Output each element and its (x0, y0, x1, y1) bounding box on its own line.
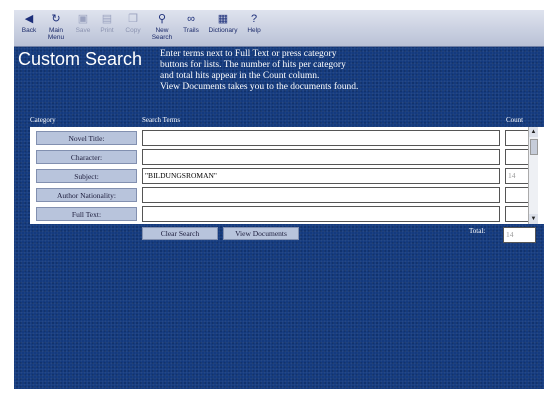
help-icon: ? (250, 13, 258, 25)
novel-title-input[interactable] (142, 130, 500, 146)
table-row: Subject: "BILDUNGSROMAN" 14 (30, 167, 544, 186)
save-button[interactable]: ▣ Save (72, 12, 94, 44)
trails-button[interactable]: ∞ Trails (180, 12, 202, 44)
character-button[interactable]: Character: (36, 150, 137, 164)
total-label: Total: (469, 227, 486, 235)
author-nationality-button[interactable]: Author Nationality: (36, 188, 137, 202)
main-panel: Custom Search Enter terms next to Full T… (14, 47, 544, 389)
trails-icon: ∞ (187, 13, 195, 25)
count-header: Count (506, 116, 524, 124)
print-button[interactable]: ▤ Print (96, 12, 118, 44)
save-icon: ▣ (77, 13, 89, 25)
instructions: Enter terms next to Full Text or press c… (160, 49, 359, 92)
table-row: Author Nationality: (30, 186, 544, 205)
page-title: Custom Search (18, 49, 143, 69)
dictionary-icon: ▦ (217, 13, 229, 25)
table-row: Character: (30, 148, 544, 167)
copy-button[interactable]: ❐ Copy (122, 12, 144, 44)
novel-title-button[interactable]: Novel Title: (36, 131, 137, 145)
scroll-thumb[interactable] (530, 139, 538, 155)
character-input[interactable] (142, 149, 500, 165)
copy-icon: ❐ (128, 13, 138, 25)
print-icon: ▤ (101, 13, 113, 25)
author-nationality-input[interactable] (142, 187, 500, 203)
scroll-up-arrow-icon[interactable]: ▲ (529, 127, 538, 137)
help-button[interactable]: ? Help (244, 12, 264, 44)
search-terms-header: Search Terms (142, 116, 181, 124)
back-button[interactable]: ◀ Back (18, 12, 40, 44)
full-text-input[interactable] (142, 206, 500, 222)
full-text-button[interactable]: Full Text: (36, 207, 137, 221)
back-arrow-icon: ◀ (24, 13, 34, 25)
subject-button[interactable]: Subject: (36, 169, 137, 183)
new-search-button[interactable]: ⚲ New Search (148, 12, 176, 44)
toolbar: ◀ Back ↻ Main Menu ▣ Save ▤ Print ❐ Copy… (14, 10, 544, 47)
total-count: 14 (503, 227, 536, 243)
subject-input[interactable]: "BILDUNGSROMAN" (142, 168, 500, 184)
table-scrollbar[interactable]: ▲ ▼ (528, 127, 538, 224)
scroll-down-arrow-icon[interactable]: ▼ (529, 214, 538, 224)
view-documents-button[interactable]: View Documents (223, 227, 299, 240)
table-row: Novel Title: (30, 129, 544, 148)
table-row: Full Text: (30, 205, 544, 224)
search-table: Novel Title: Character: Subject: "BILDUN… (30, 127, 544, 224)
main-menu-button[interactable]: ↻ Main Menu (44, 12, 68, 44)
clear-search-button[interactable]: Clear Search (142, 227, 218, 240)
app-window: ◀ Back ↻ Main Menu ▣ Save ▤ Print ❐ Copy… (14, 10, 544, 389)
category-header: Category (30, 116, 56, 124)
dictionary-button[interactable]: ▦ Dictionary (206, 12, 240, 44)
main-menu-icon: ↻ (51, 13, 61, 25)
magnifier-icon: ⚲ (157, 13, 167, 25)
